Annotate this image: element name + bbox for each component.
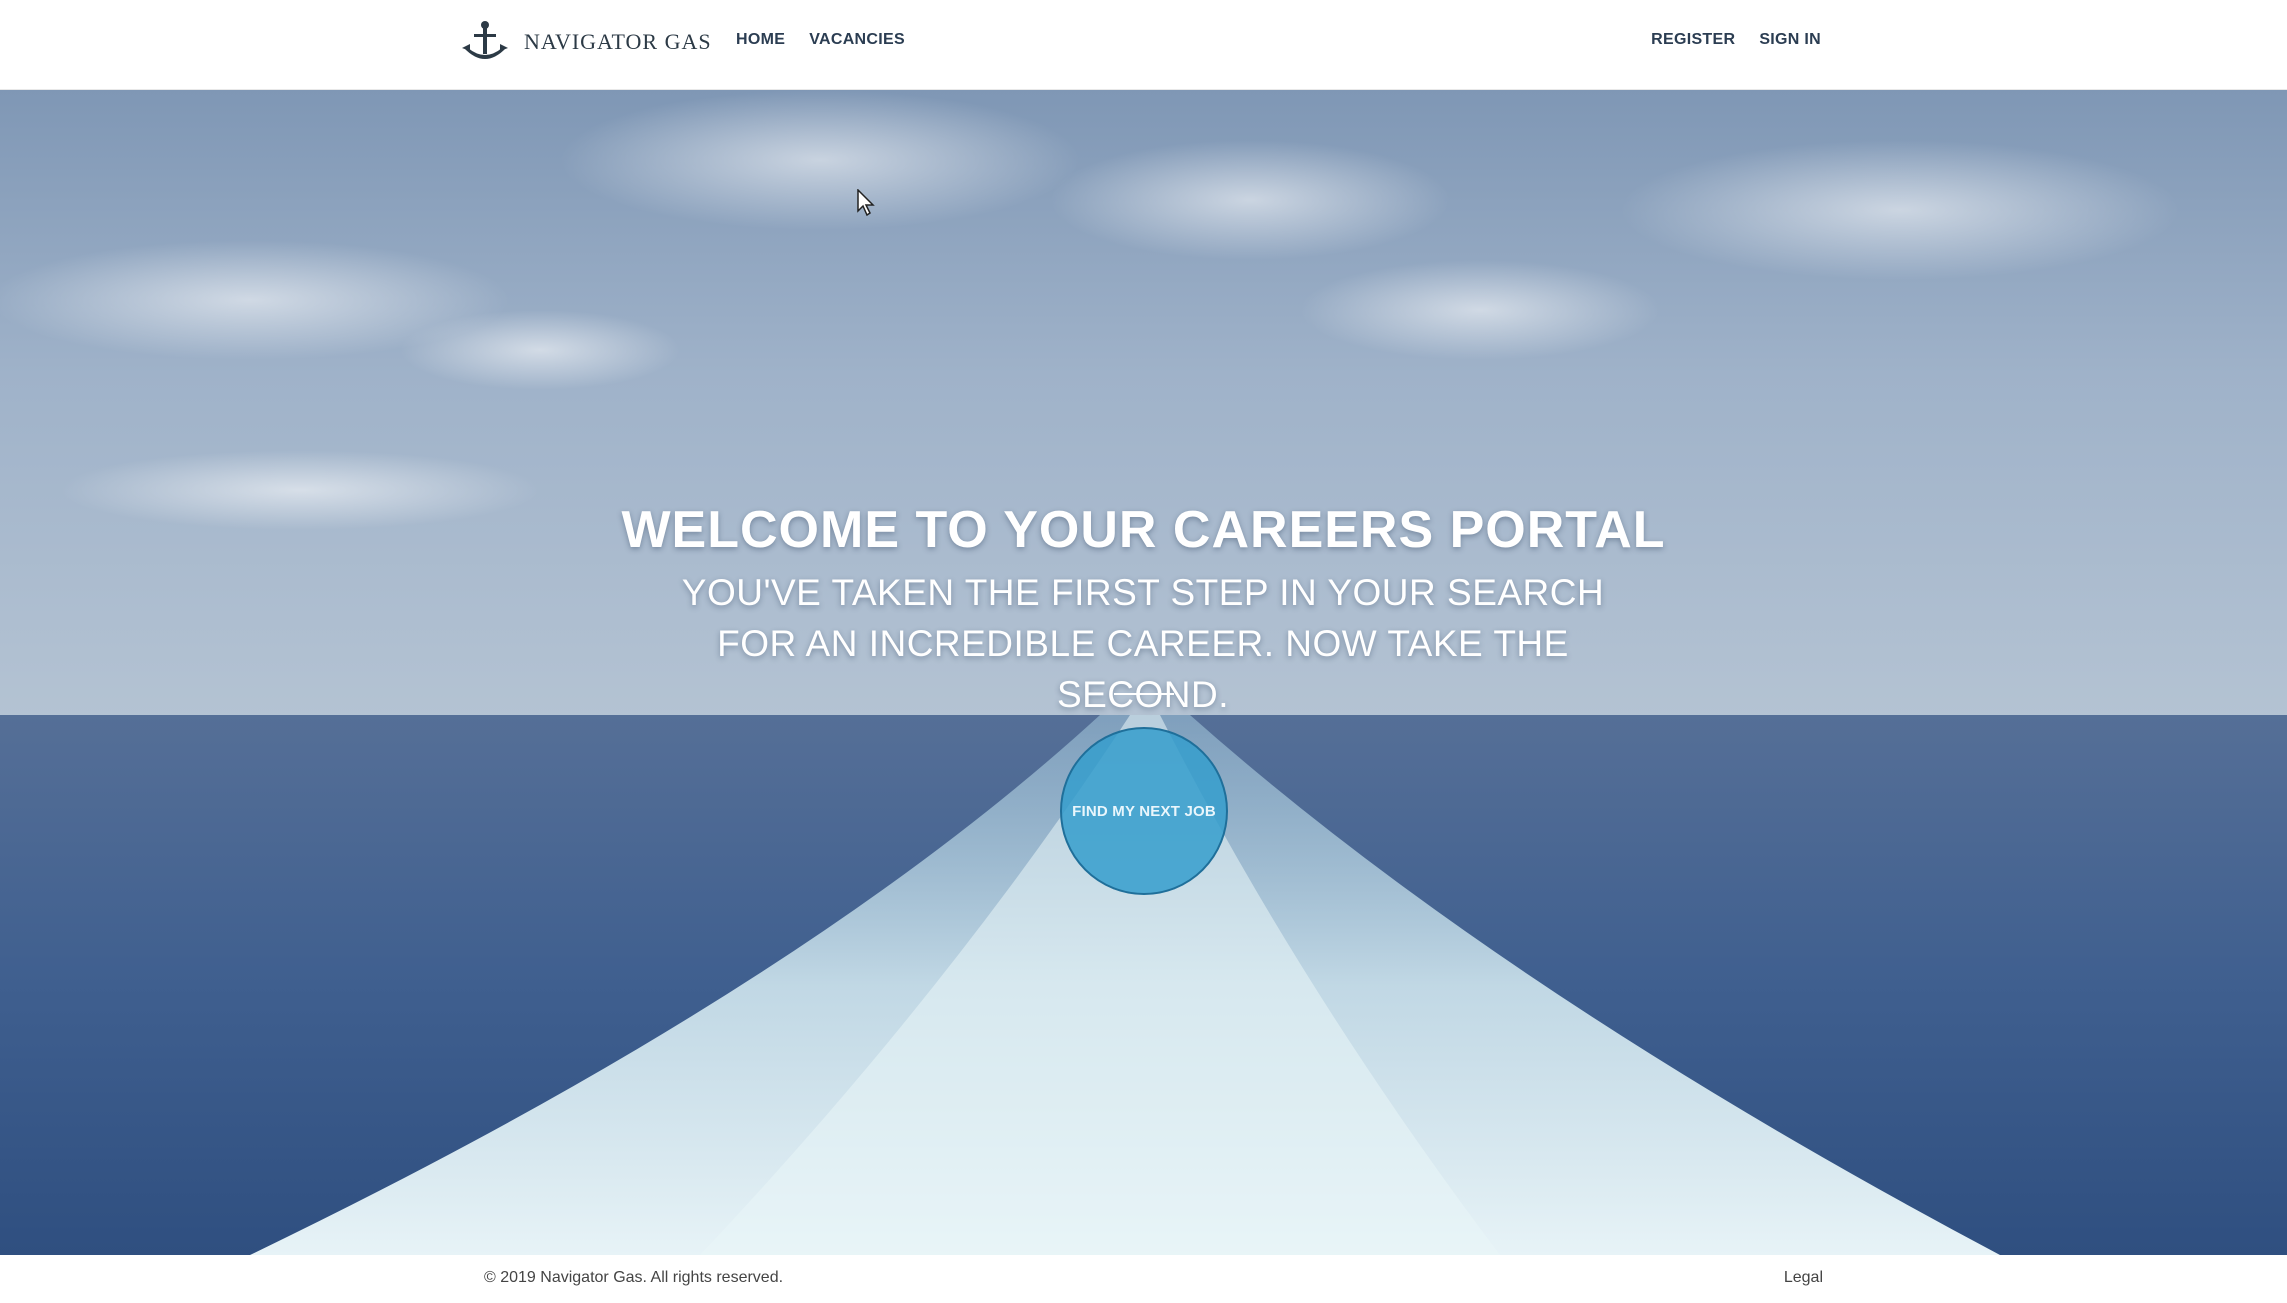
site-header: NAVIGATOR GAS HOME VACANCIES REGISTER SI… [0, 0, 2287, 90]
anchor-logo-icon [462, 21, 508, 59]
copyright-text: © 2019 Navigator Gas. All rights reserve… [484, 1269, 784, 1286]
legal-link[interactable]: Legal [1784, 1269, 1823, 1287]
brand-name: NAVIGATOR GAS [524, 29, 712, 54]
hero-divider [1114, 693, 1174, 695]
hero-section: WELCOME TO YOUR CAREERS PORTAL YOU'VE TA… [0, 90, 2287, 1255]
find-my-next-job-button[interactable]: FIND MY NEXT JOB [1060, 727, 1228, 895]
mouse-cursor-icon [857, 189, 875, 217]
site-footer: © 2019 Navigator Gas. All rights reserve… [0, 1255, 2287, 1303]
hero-title: WELCOME TO YOUR CAREERS PORTAL [621, 501, 1666, 559]
hero-subtitle: YOU'VE TAKEN THE FIRST STEP IN YOUR SEAR… [681, 572, 1605, 715]
sign-in-link[interactable]: SIGN IN [1759, 31, 1821, 49]
nav-home-link[interactable]: HOME [736, 31, 785, 49]
account-nav: REGISTER SIGN IN [1651, 31, 1821, 49]
primary-nav: HOME VACANCIES [736, 31, 905, 49]
brand[interactable]: NAVIGATOR GAS [460, 18, 712, 66]
register-link[interactable]: REGISTER [1651, 31, 1735, 49]
nav-vacancies-link[interactable]: VACANCIES [809, 31, 905, 49]
